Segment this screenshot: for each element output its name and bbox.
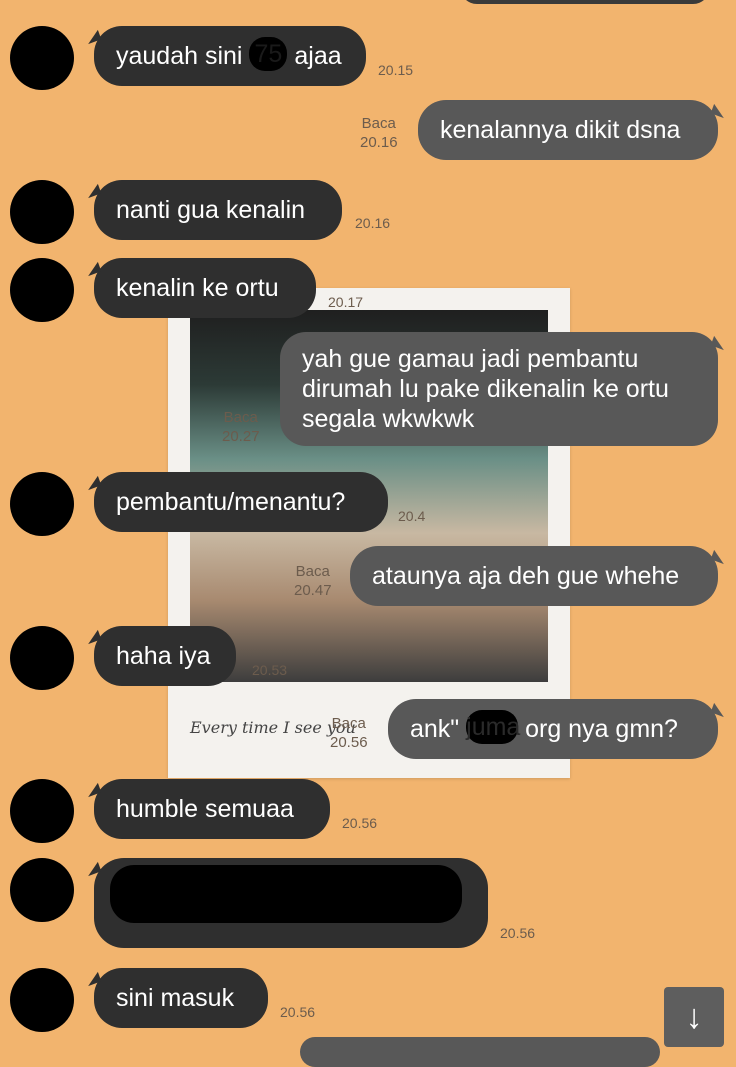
message-text: yaudah sini (116, 42, 250, 70)
message-time: 20.15 (378, 62, 414, 78)
message-bubble-outgoing[interactable]: kenalannya dikit dsna (418, 100, 718, 160)
message-text: humble semuaa (116, 795, 294, 823)
message-bubble-outgoing[interactable]: ank" juma org nya gmn? (388, 699, 718, 759)
message-time: 20.16 (355, 215, 391, 231)
message-text: sini masuk (116, 984, 235, 1012)
avatar[interactable] (10, 180, 74, 244)
message-bubble-incoming[interactable]: sini masuk (94, 968, 268, 1028)
message-bubble-incoming[interactable]: pembantu/menantu? (94, 472, 388, 532)
read-receipt: Baca 20.27 (222, 408, 260, 446)
message-bubble-incoming[interactable]: yaudah sini 75 ajaa (94, 26, 366, 86)
message-text: ajaa (287, 42, 342, 70)
avatar[interactable] (10, 26, 74, 90)
message-text: yah gue gamau jadi pembantu dirumah lu p… (302, 345, 669, 433)
read-label: Baca (295, 563, 330, 580)
message-text: haha iya (116, 642, 211, 670)
read-label: Baca (223, 409, 258, 426)
read-label: Baca (331, 715, 366, 732)
message-time: 20.27 (222, 428, 260, 445)
message-time: 20.47 (294, 582, 332, 599)
redacted-text: 75 (249, 37, 288, 72)
scroll-to-bottom-button[interactable]: ↓ (664, 987, 724, 1047)
avatar[interactable] (10, 258, 74, 322)
read-label: Baca (361, 115, 396, 132)
message-text: org nya gmn? (518, 715, 678, 743)
arrow-down-icon: ↓ (685, 998, 703, 1036)
avatar[interactable] (10, 779, 74, 843)
message-bubble-incoming[interactable]: haha iya (94, 626, 236, 686)
bottom-partial-bubble (300, 1037, 660, 1067)
read-receipt: Baca 20.47 (294, 562, 332, 600)
read-receipt: Baca 20.16 (360, 114, 398, 152)
message-bubble-outgoing[interactable]: ataunya aja deh gue whehe (350, 546, 718, 606)
message-time: 20.56 (500, 925, 536, 941)
message-text: kenalannya dikit dsna (440, 116, 681, 144)
avatar[interactable] (10, 858, 74, 922)
message-time: 20.17 (328, 294, 364, 310)
message-bubble-incoming[interactable]: nanti gua kenalin (94, 180, 342, 240)
message-text: nanti gua kenalin (116, 196, 306, 224)
top-partial-bubble (460, 0, 710, 4)
message-time: 20.4 (398, 508, 426, 524)
message-text: ank" (410, 715, 467, 743)
message-time: 20.53 (252, 662, 288, 678)
redacted-message (110, 865, 462, 923)
message-time: 20.56 (330, 734, 368, 751)
message-bubble-incoming[interactable]: kenalin ke ortu (94, 258, 316, 318)
read-receipt: Baca 20.56 (330, 714, 368, 752)
message-text: pembantu/menantu? (116, 488, 346, 516)
redacted-text: juma (466, 710, 520, 745)
message-text: kenalin ke ortu (116, 274, 279, 302)
avatar[interactable] (10, 626, 74, 690)
message-bubble-incoming[interactable]: humble semuaa (94, 779, 330, 839)
avatar[interactable] (10, 968, 74, 1032)
avatar[interactable] (10, 472, 74, 536)
message-text: ataunya aja deh gue whehe (372, 562, 680, 590)
message-bubble-outgoing[interactable]: yah gue gamau jadi pembantu dirumah lu p… (280, 332, 718, 446)
message-time: 20.56 (280, 1004, 316, 1020)
message-time: 20.56 (342, 815, 378, 831)
message-time: 20.16 (360, 134, 398, 151)
